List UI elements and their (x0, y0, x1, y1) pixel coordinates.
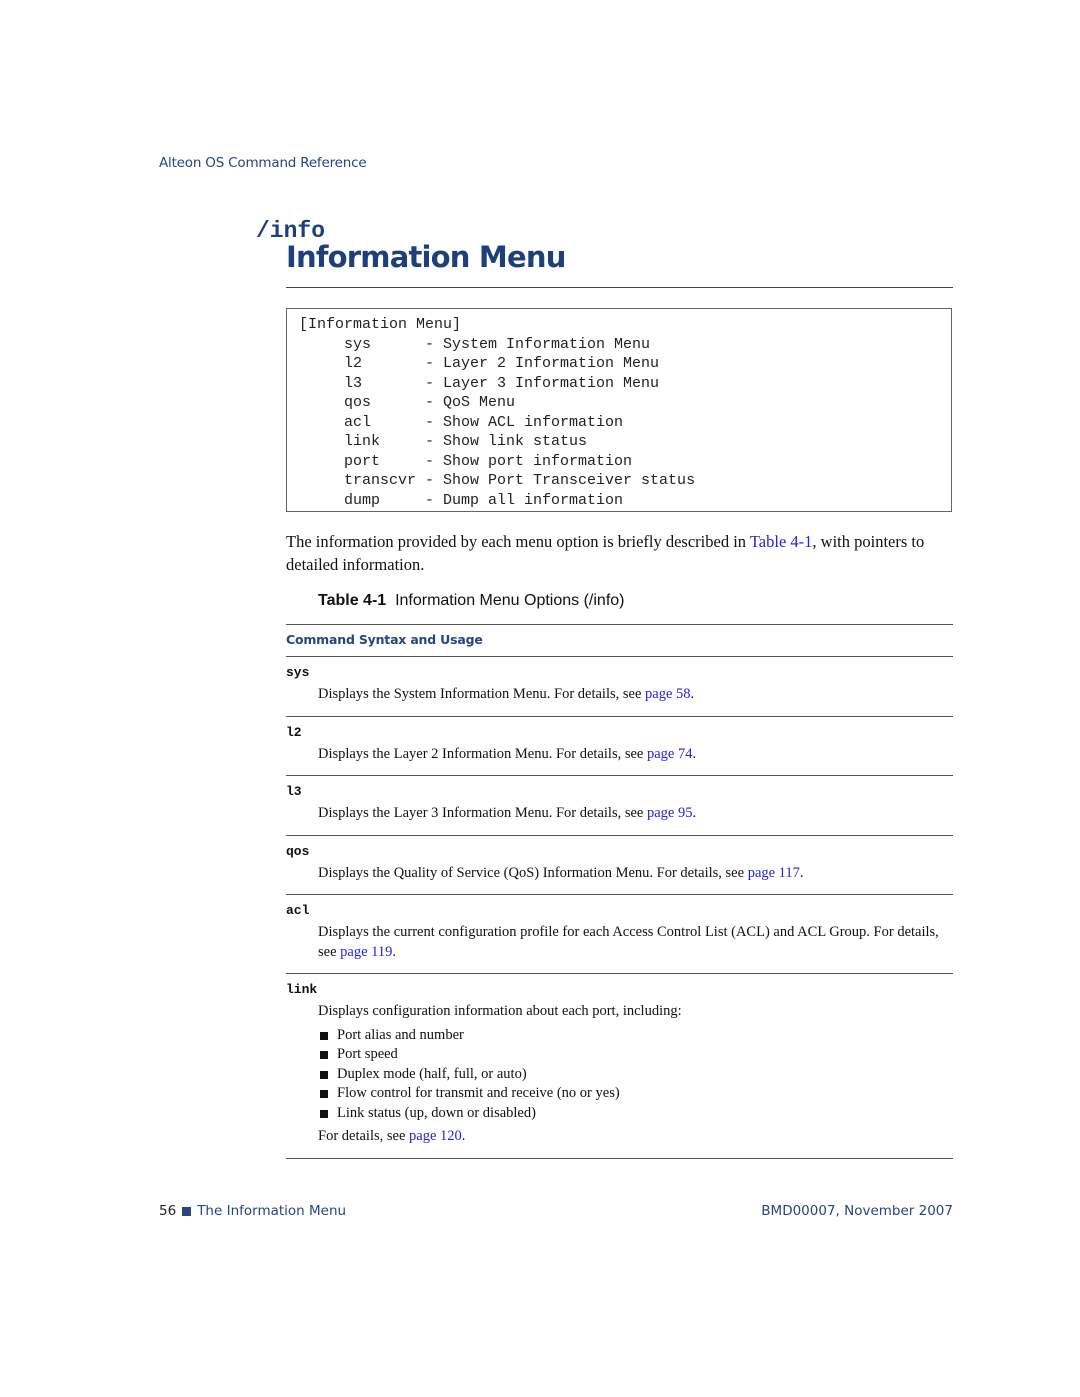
bullet-square-icon (320, 1070, 328, 1079)
menu-code-box: [Information Menu] sys - System Informat… (286, 308, 952, 512)
menu-line: [Information Menu] (299, 316, 462, 333)
details-line: For details, see page 120. (286, 1127, 953, 1147)
details-text: For details, see (318, 1128, 410, 1144)
list-item-text: Flow control for transmit and receive (n… (337, 1085, 620, 1101)
footer-doc-id: BMD00007, November 2007 (761, 1203, 953, 1219)
table-row: sys Displays the System Information Menu… (286, 657, 953, 716)
command-description: Displays the Quality of Service (QoS) In… (286, 864, 953, 884)
bullet-square-icon (320, 1090, 328, 1098)
intro-text: The information provided by each menu op… (286, 532, 750, 551)
table-row: link Displays configuration information … (286, 974, 953, 1158)
page-link[interactable]: page 95 (647, 805, 693, 821)
description-text: Displays the Quality of Service (QoS) In… (318, 864, 748, 881)
intro-paragraph: The information provided by each menu op… (286, 530, 956, 576)
column-header: Command Syntax and Usage (286, 632, 483, 647)
description-text: Displays the Layer 2 Information Menu. F… (318, 745, 647, 762)
description-end: . (392, 943, 396, 960)
menu-line: l2 - Layer 2 Information Menu (299, 355, 660, 372)
menu-line: port - Show port information (299, 452, 633, 470)
menu-line: l3 - Layer 3 Information Menu (299, 374, 660, 392)
running-header: Alteon OS Command Reference (159, 155, 367, 171)
table-row: l3 Displays the Layer 3 Information Menu… (286, 776, 953, 835)
description-end: . (692, 745, 697, 762)
command-description: Displays the current configuration profi… (286, 923, 953, 962)
description-end: . (692, 805, 697, 821)
page-link[interactable]: page 117 (748, 865, 800, 881)
menu-line: transcvr - Show Port Transceiver status (299, 472, 696, 489)
page-link[interactable]: page 74 (647, 746, 693, 762)
command-name: sys (286, 665, 310, 680)
page-number: 56 (159, 1203, 177, 1219)
page-link[interactable]: page 58 (645, 686, 691, 702)
footer-square-icon (182, 1206, 192, 1216)
options-table: Command Syntax and Usage sys Displays th… (286, 624, 953, 1159)
list-item-text: Link status (up, down or disabled) (337, 1104, 536, 1121)
page-title: Information Menu (286, 240, 566, 274)
table-caption-title: Information Menu Options (/info) (395, 592, 625, 609)
menu-line: acl - Show ACL information (299, 413, 624, 431)
footer-section: The Information Menu (197, 1203, 347, 1219)
title-divider (286, 287, 953, 288)
bullet-square-icon (320, 1031, 328, 1040)
list-item: Port speed (318, 1045, 953, 1065)
menu-line: link - Show link status (299, 433, 588, 450)
table-row: l2 Displays the Layer 2 Information Menu… (286, 717, 953, 776)
page-link[interactable]: page 119 (340, 944, 392, 960)
footer-left: 56 The Information Menu (159, 1203, 346, 1219)
menu-line: qos - QoS Menu (299, 394, 516, 411)
list-item: Duplex mode (half, full, or auto) (318, 1065, 953, 1085)
table-caption: Table 4-1 Information Menu Options (/inf… (318, 592, 625, 610)
bullet-square-icon (320, 1051, 328, 1059)
table-reference-link[interactable]: Table 4-1 (750, 532, 813, 551)
table-caption-label: Table 4-1 (318, 592, 387, 609)
bullet-square-icon (320, 1109, 328, 1118)
description-end: . (690, 686, 695, 702)
list-item-text: Duplex mode (half, full, or auto) (337, 1065, 527, 1082)
table-row: acl Displays the current configuration p… (286, 895, 953, 973)
description-text: Displays the Layer 3 Information Menu. F… (318, 805, 647, 821)
command-name: l2 (286, 724, 302, 740)
command-name: l3 (286, 784, 302, 799)
menu-line: dump - Dump all information (299, 491, 624, 509)
menu-line: sys - System Information Menu (299, 335, 651, 353)
feature-list: Port alias and number Port speed Duplex … (286, 1026, 953, 1124)
description-text: Displays the current configuration profi… (318, 924, 939, 960)
list-item: Port alias and number (318, 1026, 953, 1046)
page-link[interactable]: page 120 (409, 1128, 462, 1144)
table-row: qos Displays the Quality of Service (QoS… (286, 836, 953, 895)
command-description: Displays the System Information Menu. Fo… (286, 685, 953, 705)
list-item: Flow control for transmit and receive (n… (318, 1084, 953, 1104)
command-description: Displays configuration information about… (318, 1003, 682, 1019)
command-description: Displays the Layer 2 Information Menu. F… (286, 745, 953, 765)
description-end: . (799, 864, 804, 881)
list-item-text: Port speed (337, 1046, 398, 1062)
command-description: Displays the Layer 3 Information Menu. F… (286, 804, 953, 824)
list-item-text: Port alias and number (337, 1026, 464, 1043)
description-text: Displays the System Information Menu. Fo… (318, 686, 646, 702)
list-item: Link status (up, down or disabled) (318, 1104, 953, 1124)
command-name: link (286, 982, 318, 997)
command-name: qos (286, 843, 310, 859)
details-end: . (461, 1128, 466, 1144)
table-divider (286, 1157, 953, 1159)
command-name: acl (286, 903, 310, 918)
